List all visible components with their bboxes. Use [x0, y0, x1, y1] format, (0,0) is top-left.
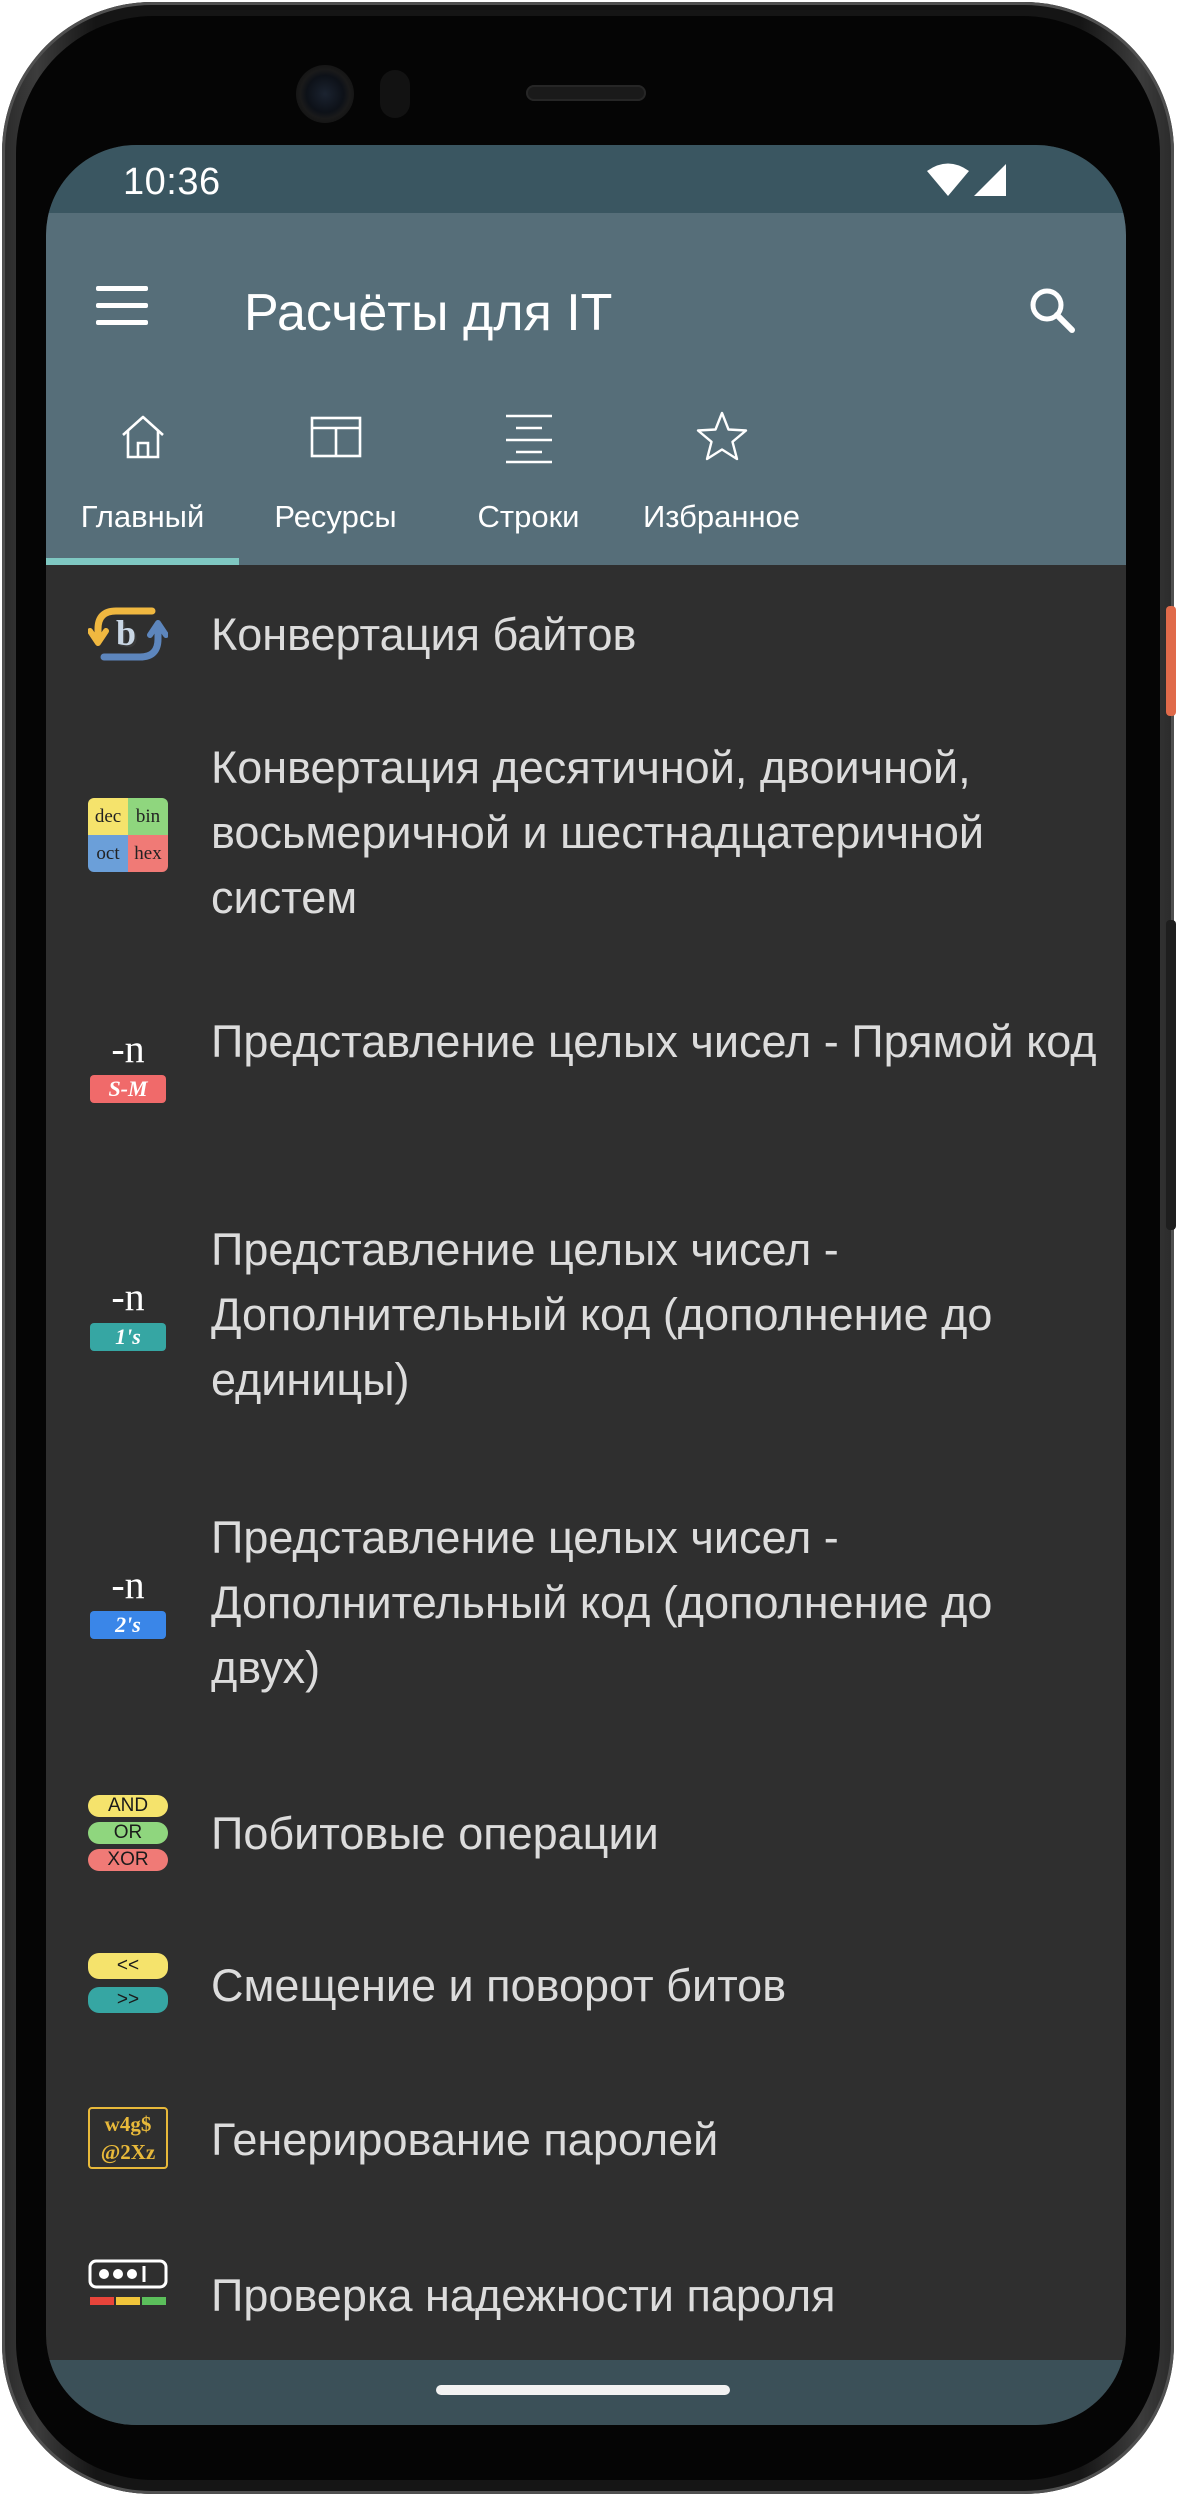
home-gesture-handle[interactable] [436, 2385, 730, 2395]
and-pill: AND [88, 1795, 168, 1817]
negative-n-glyph: -n [111, 1562, 145, 1607]
or-pill: OR [88, 1822, 168, 1844]
status-bar: 10:36 [46, 145, 1126, 213]
shift-left-pill: << [88, 1953, 168, 1979]
earpiece-speaker [526, 85, 646, 101]
list-item[interactable]: b b Конвертация байтов [46, 565, 1126, 703]
shift-right-pill: >> [88, 1987, 168, 2013]
wifi-icon [927, 163, 969, 196]
bit-shift-icon: << >> [88, 1951, 168, 2015]
tab-bar: Главный Ресурсы Строки Избранное [46, 388, 1126, 565]
dec-cell: dec [88, 798, 128, 835]
byte-conversion-icon: b b [88, 607, 168, 661]
bitwise-operations-icon: AND OR XOR [88, 1795, 168, 1873]
item-label: Побитовые операции [211, 1808, 659, 1859]
negative-n-glyph: -n [111, 1026, 145, 1071]
tab-resources[interactable]: Ресурсы [239, 388, 432, 565]
negative-n-glyph: -n [111, 1274, 145, 1319]
status-time: 10:36 [123, 161, 221, 203]
item-label: Генерирование паролей [211, 2114, 719, 2165]
tab-strings[interactable]: Строки [432, 388, 625, 565]
navigation-bar [46, 2360, 1126, 2425]
item-label: Смещение и поворот битов [211, 1960, 787, 2011]
hex-cell: hex [128, 835, 168, 872]
list-item[interactable]: dec bin oct hex Конвертация десятичной, … [46, 703, 1126, 963]
item-label: Представление целых чисел - Прямой код [211, 1016, 1097, 1067]
password-line-2: @2Xz [100, 2140, 156, 2164]
table-icon [310, 416, 361, 458]
svg-text:b: b [116, 613, 136, 653]
calculator-list: b b Конвертация байтов dec bin oct hex К… [46, 565, 1126, 2365]
app-title: Расчёты для IT [244, 284, 613, 342]
list-item[interactable]: -n 2's Представление целых чисел - Допол… [46, 1467, 1126, 1757]
tab-label: Избранное [642, 499, 801, 534]
list-item[interactable]: Проверка надежности пароля [46, 2223, 1126, 2365]
proximity-sensor [380, 70, 410, 118]
star-icon [696, 411, 747, 461]
list-item[interactable]: w4g$ @2Xz Генерирование паролей [46, 2067, 1126, 2223]
item-label: Конвертация байтов [211, 609, 637, 660]
list-item[interactable]: AND OR XOR Побитовые операции [46, 1757, 1126, 1909]
app-bar: Расчёты для IT Главный Ресурсы Строки Из… [46, 213, 1126, 565]
ones-complement-badge: 1's [90, 1323, 166, 1351]
home-icon [121, 415, 164, 459]
twos-complement-badge: 2's [90, 1611, 166, 1639]
twos-complement-icon: -n 2's [88, 1563, 168, 1641]
password-generator-icon: w4g$ @2Xz [88, 2107, 168, 2169]
item-label: Проверка надежности пароля [211, 2270, 836, 2321]
tab-label: Строки [477, 499, 580, 534]
tab-favorites[interactable]: Избранное [625, 388, 818, 565]
sign-magnitude-badge: S-M [90, 1075, 166, 1103]
tab-home[interactable]: Главный [46, 388, 239, 565]
front-camera [296, 65, 354, 123]
list-item[interactable]: << >> Смещение и поворот битов [46, 1909, 1126, 2067]
search-icon[interactable] [1024, 282, 1080, 338]
tab-label: Главный [80, 499, 205, 534]
item-label: Представление целых чисел - Дополнительн… [211, 1512, 993, 1693]
sign-magnitude-icon: -n S-M [88, 1027, 168, 1105]
text-align-icon [505, 414, 552, 464]
password-strength-icon [88, 2259, 168, 2305]
item-label: Представление целых чисел - Дополнительн… [211, 1224, 993, 1405]
ones-complement-icon: -n 1's [88, 1275, 168, 1353]
selected-tab-indicator [46, 558, 239, 565]
xor-pill: XOR [88, 1849, 168, 1871]
bin-cell: bin [128, 798, 168, 835]
hamburger-menu-icon[interactable] [92, 283, 152, 333]
oct-cell: oct [88, 835, 128, 872]
password-line-1: w4g$ [104, 2112, 152, 2136]
item-label: Конвертация десятичной, двоичной, восьме… [211, 742, 985, 923]
screen: 10:36 Расчёты для IT Главный Ресурсы Стр… [46, 145, 1126, 2425]
power-button [1166, 606, 1176, 716]
volume-button [1166, 920, 1176, 1230]
tab-label: Ресурсы [274, 499, 397, 534]
number-base-icon: dec bin oct hex [88, 798, 168, 872]
cell-signal-icon [974, 164, 1006, 196]
list-item[interactable]: -n 1's Представление целых чисел - Допол… [46, 1181, 1126, 1467]
list-item[interactable]: -n S-M Представление целых чисел - Прямо… [46, 963, 1126, 1181]
